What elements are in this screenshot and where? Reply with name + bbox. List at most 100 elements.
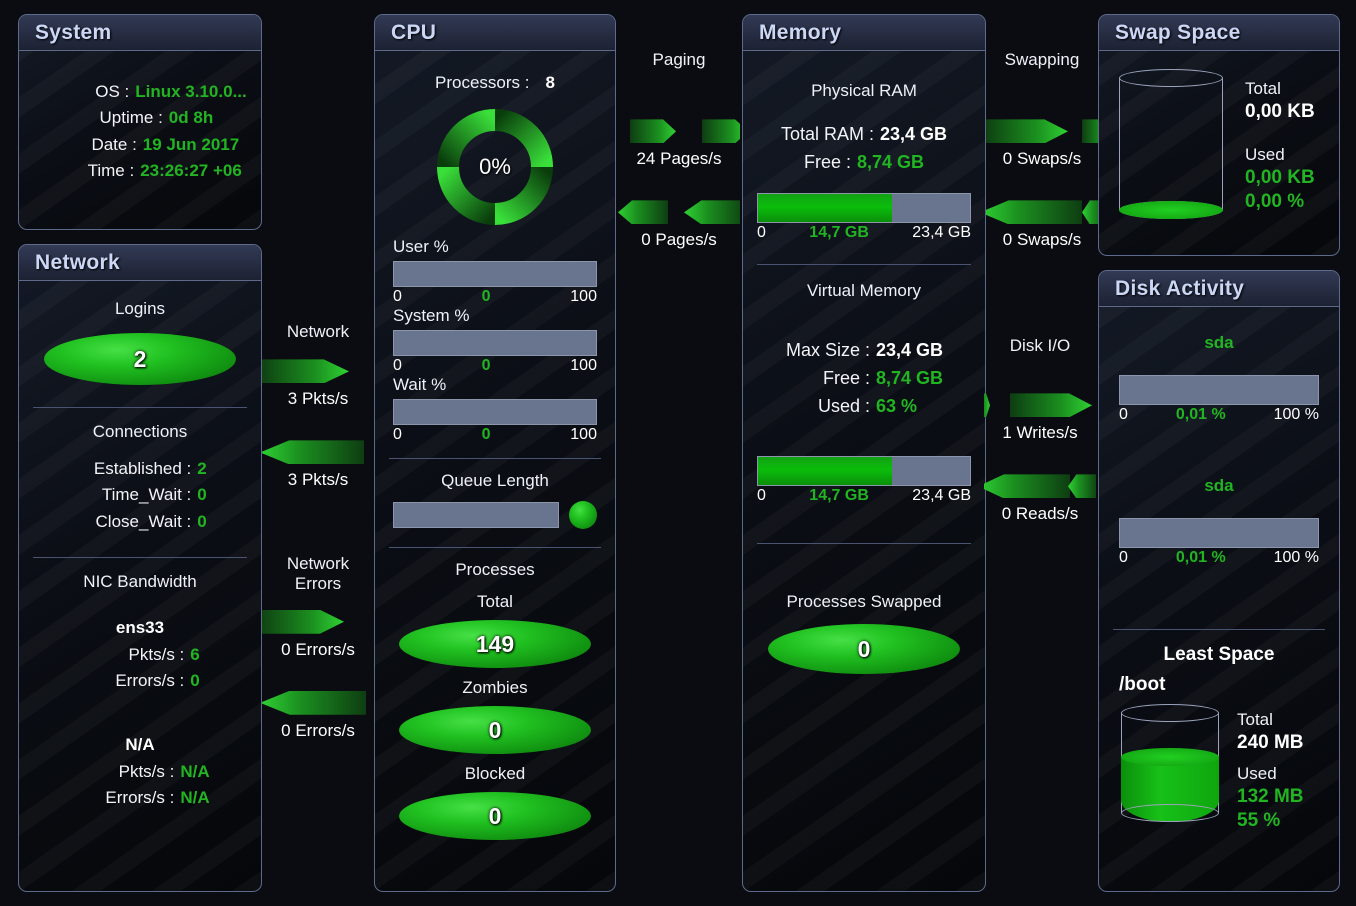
physical-ram-gauge: 0 14,7 GB 23,4 GB	[743, 192, 985, 242]
connections-row-timewait: Time_Wait : 0	[19, 482, 261, 508]
physical-ram-bar	[757, 192, 971, 223]
cpu-user-label: User %	[393, 237, 449, 256]
arrow-left-icon	[984, 474, 1070, 499]
processes-zombies-label: Zombies	[462, 678, 528, 697]
cylinder-bottom-ellipse	[1121, 804, 1219, 822]
logins-label: Logins	[114, 299, 166, 318]
memory-panel-body: Physical RAM Total RAM : 23,4 GB Free : …	[743, 81, 985, 675]
cpu-divider-2	[389, 547, 601, 548]
virtual-memory-mid: 14,7 GB	[809, 487, 869, 505]
disk-1-name: sda	[1204, 333, 1234, 352]
arrow-right-icon	[984, 393, 990, 418]
network-errors-flow-label-1: Network	[286, 554, 350, 573]
connections-label: Connections	[92, 422, 188, 441]
dashboard-root: System OS : Linux 3.10.0... Uptime : 0d …	[0, 0, 1356, 906]
arrow-left-icon	[262, 690, 366, 715]
nic-1-row-errors: Errors/s : 0	[19, 668, 261, 694]
disk-2-bar	[1119, 518, 1319, 548]
swap-used-label: Used	[1245, 145, 1285, 164]
network-errors-flow-column: Network Errors 0 Errors/s 0 Errors/s	[262, 554, 374, 741]
network-flow-out-arrow-band	[262, 356, 374, 386]
physical-ram-scale: 0 14,7 GB 23,4 GB	[757, 224, 971, 242]
cpu-wait-label: Wait %	[393, 375, 447, 394]
processes-total-label: Total	[477, 592, 513, 611]
swapping-flow-column: Swapping 0 Swaps/s 0 Swaps/s	[986, 50, 1098, 250]
network-errors-flow-label-2: Errors	[294, 574, 342, 594]
network-divider-1	[33, 407, 247, 408]
virtual-memory-gauge: 0 14,7 GB 23,4 GB	[743, 456, 985, 505]
nic-block-2: N/A Pkts/s : N/A Errors/s : N/A	[19, 735, 261, 812]
total-ram-row: Total RAM : 23,4 GB	[743, 121, 985, 149]
arrow-right-icon	[262, 359, 349, 384]
vm-free-row: Free : 8,74 GB	[743, 365, 985, 393]
cpu-user-hi: 100	[570, 288, 597, 305]
system-time-label: Time :	[87, 161, 135, 181]
paging-in-arrow-band	[618, 116, 740, 146]
paging-out-value: 0 Pages/s	[641, 230, 717, 250]
virtual-memory-bar	[757, 456, 971, 487]
network-panel-body: Logins 2 Connections Established : 2 Tim…	[19, 299, 261, 811]
network-errors-out-arrow-band	[262, 607, 374, 637]
processes-swapped-value: 0	[857, 635, 871, 662]
nic-1-errors-label: Errors/s :	[115, 671, 185, 691]
system-date-label: Date :	[91, 134, 137, 154]
network-divider-2	[33, 557, 247, 559]
swapping-in-value: 0 Swaps/s	[1002, 230, 1082, 250]
paging-flow-label: Paging	[652, 50, 706, 69]
cpu-system-mid: 0	[481, 357, 491, 374]
arrow-left-icon	[684, 200, 740, 225]
disk-block-2: sda 0 0,01 % 100 %	[1099, 476, 1339, 567]
arrow-right-icon	[986, 119, 1068, 144]
processes-blocked-block: Blocked 0	[375, 764, 615, 840]
system-uptime-label: Uptime :	[99, 108, 163, 128]
arrow-left-icon	[618, 200, 668, 225]
cpu-wait-scale: 0 0 100	[393, 426, 597, 444]
cpu-panel: CPU Processors : 8 0% User % 0 0 100 Sys…	[374, 14, 616, 892]
memory-divider-2	[757, 543, 971, 545]
least-space-total-label: Total	[1237, 710, 1273, 729]
processors-value: 8	[545, 73, 555, 92]
vm-maxsize-label: Max Size :	[785, 339, 870, 360]
system-row-date: Date : 19 Jun 2017	[19, 132, 261, 158]
logins-meter: 2	[44, 333, 236, 385]
cpu-system-hi: 100	[570, 357, 597, 374]
cpu-wait-lo: 0	[393, 426, 402, 443]
diskio-reads-value: 0 Reads/s	[1001, 504, 1079, 524]
cpu-system-label: System %	[393, 306, 470, 325]
system-uptime-value: 0d 8h	[168, 108, 214, 128]
cpu-panel-header: CPU	[375, 15, 615, 51]
processes-zombies-block: Zombies 0	[375, 678, 615, 754]
diskio-writes-arrow-band	[984, 390, 1096, 420]
network-errors-in-arrow-band	[262, 688, 374, 718]
established-value: 2	[197, 459, 207, 478]
least-space-readout-row: Total 240 MB Used 132 MB 55 %	[1099, 696, 1339, 832]
arrow-left-icon	[1068, 474, 1096, 499]
nic-1-pkts-label: Pkts/s :	[128, 645, 185, 665]
processes-blocked-label: Blocked	[464, 764, 526, 783]
physical-ram-lo: 0	[757, 223, 766, 241]
cpu-usage-donut: 0%	[435, 107, 555, 227]
diskio-reads-arrow-band	[984, 471, 1096, 501]
free-ram-value: 8,74 GB	[856, 151, 925, 172]
least-space-used-label: Used	[1237, 764, 1277, 783]
least-space-label: Least Space	[1163, 644, 1275, 665]
swap-space-panel-header: Swap Space	[1099, 15, 1339, 51]
least-space-used-value: 132 MB	[1237, 786, 1304, 807]
disk-2-hi: 100 %	[1273, 549, 1319, 566]
processes-zombies-value: 0	[488, 716, 502, 743]
disk-2-name: sda	[1204, 476, 1234, 495]
disk-1-scale: 0 0,01 % 100 %	[1119, 406, 1319, 424]
disk-activity-panel-title: Disk Activity	[1115, 276, 1245, 300]
nic-block-1: ens33 Pkts/s : 6 Errors/s : 0	[19, 618, 261, 695]
arrow-right-icon	[1082, 119, 1098, 144]
disk-activity-panel-header: Disk Activity	[1099, 271, 1339, 307]
swap-total-label: Total	[1245, 79, 1281, 98]
nic-1-errors-value: 0	[190, 671, 200, 691]
virtual-memory-label: Virtual Memory	[807, 280, 921, 300]
queue-length-row	[375, 501, 615, 529]
arrow-right-icon	[262, 609, 344, 634]
diskio-writes-value: 1 Writes/s	[1002, 423, 1078, 443]
swapping-out-arrow-band	[986, 116, 1098, 146]
system-row-time: Time : 23:26:27 +06	[19, 158, 261, 184]
arrow-left-icon	[1082, 200, 1098, 225]
